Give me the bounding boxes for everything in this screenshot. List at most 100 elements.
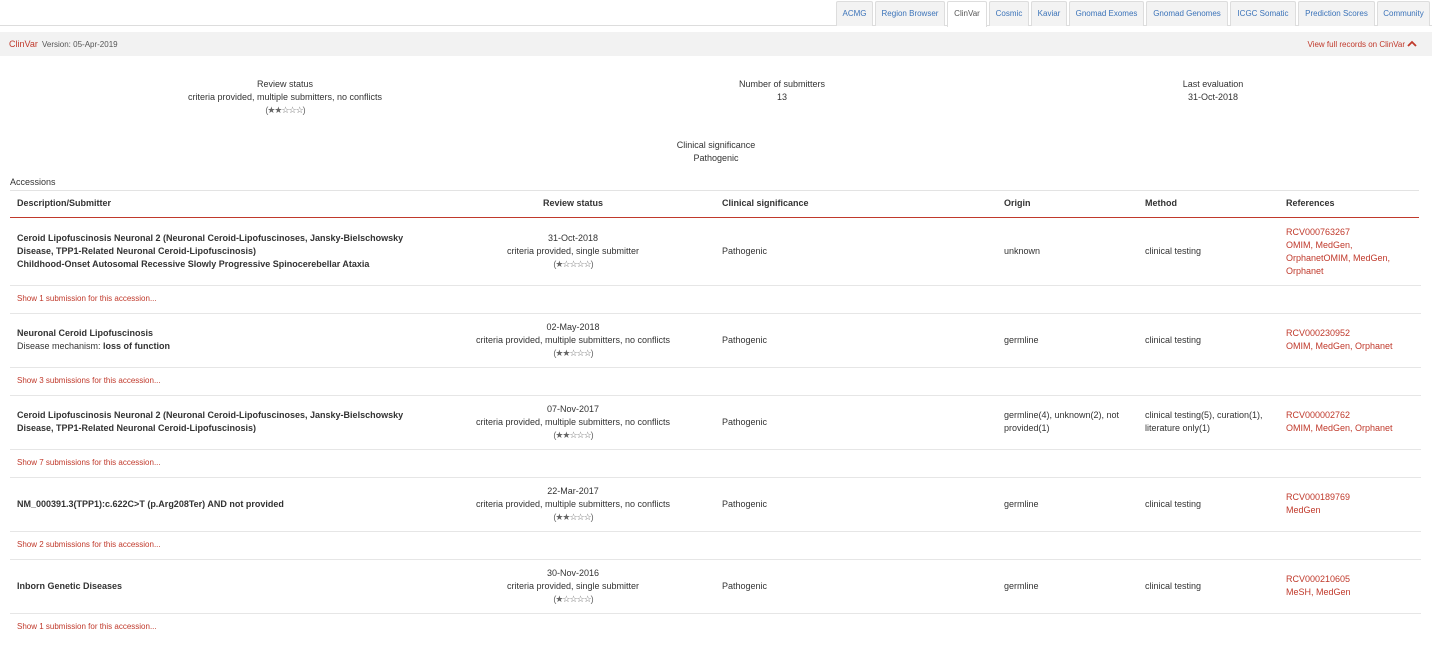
method-line: clinical testing(5), curation(1), [1145,410,1263,420]
star-rating-icon: (★☆☆☆☆) [553,259,593,269]
row-divider [10,367,1421,368]
review-text: criteria provided, multiple submitters, … [475,499,671,509]
reference-links[interactable]: OMIM, MedGen, [1286,240,1353,250]
table-row-review-status: 31-Oct-2018 criteria provided, single su… [433,232,713,271]
show-submissions-link[interactable]: Show 1 submission for this accession... [17,294,157,303]
summary-last-evaluation: Last evaluation 31-Oct-2018 [1113,78,1313,104]
tab-kaviar[interactable]: Kaviar [1031,1,1067,26]
reference-links[interactable]: OrphanetOMIM, MedGen, [1286,253,1390,263]
reference-links[interactable]: Orphanet [1286,266,1324,276]
table-row-significance: Pathogenic [722,417,768,427]
rcv-link[interactable]: RCV000230952 [1286,328,1350,338]
tab-clinvar[interactable]: ClinVar [947,1,987,27]
rcv-link[interactable]: RCV000763267 [1286,227,1350,237]
reference-links[interactable]: MeSH, MedGen [1286,587,1351,597]
table-row-origin: germline(4), unknown(2), not provided(1) [1004,409,1119,435]
table-row-description: NM_000391.3(TPP1):c.622C>T (p.Arg208Ter)… [17,499,284,509]
chevron-up-icon[interactable] [1406,38,1418,50]
clinical-significance-value: Pathogenic [693,153,739,163]
tab-community[interactable]: Community [1377,1,1430,26]
show-submissions-link[interactable]: Show 3 submissions for this accession... [17,376,161,385]
table-row-significance: Pathogenic [722,246,768,256]
tab-cosmic[interactable]: Cosmic [989,1,1029,26]
rcv-link[interactable]: RCV000189769 [1286,492,1350,502]
review-stars-icon: (★★☆☆☆) [265,105,305,115]
submitters-label: Number of submitters [738,79,826,89]
column-header-description: Description/Submitter [17,198,112,208]
header-divider [10,217,1419,218]
description-line: Ceroid Lipofuscinosis Neuronal 2 (Neuron… [17,410,404,420]
accessions-title: Accessions [10,177,56,187]
show-submissions-link[interactable]: Show 1 submission for this accession... [17,622,157,631]
origin-line: germline(4), unknown(2), not [1004,410,1120,420]
description-line: Disease, TPP1-Related Neuronal Ceroid-Li… [17,246,257,256]
review-text: criteria provided, multiple submitters, … [475,335,671,345]
row-divider [10,477,1421,478]
reference-links[interactable]: OMIM, MedGen, Orphanet [1286,423,1393,433]
review-date: 30-Nov-2016 [546,568,600,578]
table-row-description: Neuronal Ceroid Lipofuscinosis Disease m… [17,327,170,353]
tab-gnomad-genomes[interactable]: Gnomad Genomes [1146,1,1228,26]
table-row-significance: Pathogenic [722,335,768,345]
row-divider [10,531,1421,532]
review-text: criteria provided, single submitter [506,581,640,591]
tab-acmg[interactable]: ACMG [836,1,873,26]
table-row-origin: germline [1004,335,1039,345]
view-full-records-link[interactable]: View full records on ClinVar [1307,40,1405,49]
star-rating-icon: (★★☆☆☆) [553,430,593,440]
table-row-origin: germline [1004,499,1039,509]
panel-version: Version: 05-Apr-2019 [42,40,118,49]
disease-mechanism: Disease mechanism: loss of function [17,340,170,353]
show-submissions-link[interactable]: Show 7 submissions for this accession... [17,458,161,467]
last-evaluation-value: 31-Oct-2018 [1187,92,1239,102]
review-date: 22-Mar-2017 [547,486,599,496]
reference-links[interactable]: MedGen [1286,505,1321,515]
disease-mechanism-label: Disease mechanism: [17,341,104,351]
tab-region-browser[interactable]: Region Browser [875,1,945,26]
description-line: Ceroid Lipofuscinosis Neuronal 2 (Neuron… [17,233,404,243]
review-status-label: Review status [256,79,314,89]
reference-links[interactable]: OMIM, MedGen, Orphanet [1286,341,1393,351]
table-row-description: Ceroid Lipofuscinosis Neuronal 2 (Neuron… [17,232,403,271]
table-row-description: Inborn Genetic Diseases [17,581,123,591]
submitters-value: 13 [776,92,787,102]
table-row-method: clinical testing [1145,581,1202,591]
review-status-value: criteria provided, multiple submitters, … [187,92,383,102]
row-divider [10,559,1421,560]
table-row-significance: Pathogenic [722,581,768,591]
table-row-review-status: 30-Nov-2016 criteria provided, single su… [433,567,713,606]
table-row-method: clinical testing [1145,335,1202,345]
tab-prediction-scores[interactable]: Prediction Scores [1298,1,1375,26]
row-divider [10,313,1421,314]
rcv-link[interactable]: RCV000002762 [1286,410,1350,420]
table-row-review-status: 07-Nov-2017 criteria provided, multiple … [433,403,713,442]
star-rating-icon: (★★☆☆☆) [553,512,593,522]
panel-title[interactable]: ClinVar [9,39,38,49]
column-header-references: References [1286,198,1335,208]
review-date: 02-May-2018 [546,322,600,332]
table-row-method: clinical testing [1145,499,1202,509]
show-submissions-link[interactable]: Show 2 submissions for this accession... [17,540,161,549]
column-header-method: Method [1145,198,1177,208]
method-line: literature only(1) [1145,423,1211,433]
table-row-references: RCV000002762 OMIM, MedGen, Orphanet [1286,409,1393,435]
column-header-review-status: Review status [543,198,604,208]
summary-submitters: Number of submitters 13 [682,78,882,104]
row-divider [10,285,1421,286]
disease-mechanism-value: loss of function [103,341,171,351]
tab-gnomad-exomes[interactable]: Gnomad Exomes [1069,1,1144,26]
table-row-significance: Pathogenic [722,499,768,509]
star-rating-icon: (★☆☆☆☆) [553,594,593,604]
rcv-link[interactable]: RCV000210605 [1286,574,1350,584]
table-row-review-status: 22-Mar-2017 criteria provided, multiple … [433,485,713,524]
table-row-method: clinical testing [1145,246,1202,256]
table-row-method: clinical testing(5), curation(1), litera… [1145,409,1263,435]
clinvar-panel-header: ClinVar Version: 05-Apr-2019 View full r… [0,32,1432,56]
table-row-references: RCV000230952 OMIM, MedGen, Orphanet [1286,327,1393,353]
tab-bar: ACMG Region Browser ClinVar Cosmic Kavia… [0,0,1432,27]
description-line: Neuronal Ceroid Lipofuscinosis [17,328,154,338]
description-line: Childhood-Onset Autosomal Recessive Slow… [17,259,370,269]
summary-clinical-significance: Clinical significance Pathogenic [616,139,816,165]
tab-icgc-somatic[interactable]: ICGC Somatic [1230,1,1296,26]
clinical-significance-label: Clinical significance [676,140,756,150]
